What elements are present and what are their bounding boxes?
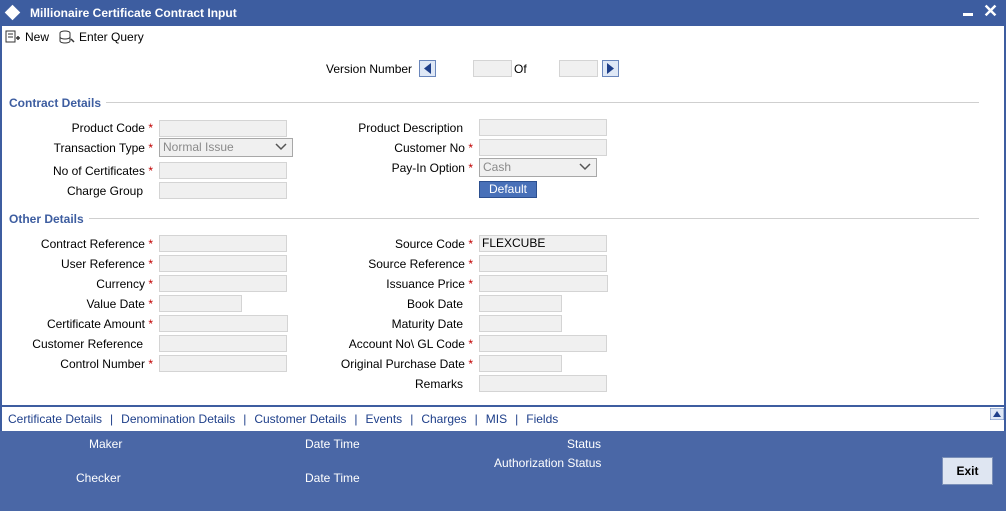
chevron-right-icon — [607, 63, 614, 74]
subsystem-tabs: Certificate Details | Denomination Details… — [8, 412, 558, 426]
chevron-down-icon — [579, 163, 591, 171]
customer-reference-input[interactable] — [159, 335, 287, 352]
tab-mis[interactable]: MIS — [486, 412, 507, 426]
transaction-type-select[interactable]: Normal Issue — [159, 138, 293, 157]
chevron-down-icon — [275, 143, 287, 151]
audit-footer: Maker Date Time Status Authorization Sta… — [0, 431, 1006, 511]
version-number-label: Version Number — [326, 62, 413, 76]
window-title: Millionaire Certificate Contract Input — [30, 6, 237, 20]
version-of-label: Of — [514, 62, 527, 76]
value-date-label: Value Date * — [86, 297, 154, 311]
currency-input[interactable] — [159, 275, 287, 292]
new-button[interactable]: New — [5, 28, 49, 46]
main-panel: New Enter Query Version Number Of Contra… — [0, 26, 1006, 405]
version-total-field — [559, 60, 598, 77]
window-title-bar: Millionaire Certificate Contract Input ✕ — [0, 0, 1006, 26]
tab-denomination-details[interactable]: Denomination Details — [121, 412, 235, 426]
tab-charges[interactable]: Charges — [421, 412, 466, 426]
checker-label: Checker — [76, 471, 121, 485]
previous-version-button[interactable] — [419, 60, 436, 77]
user-reference-label: User Reference * — [60, 257, 153, 271]
tab-certificate-details[interactable]: Certificate Details — [8, 412, 102, 426]
tab-separator: | — [515, 412, 519, 426]
issuance-price-label: Issuance Price * — [386, 277, 473, 291]
source-reference-input[interactable] — [479, 255, 607, 272]
certificate-amount-input[interactable] — [159, 315, 288, 332]
maturity-date-input — [479, 315, 562, 332]
account-gl-code-input[interactable] — [479, 335, 607, 352]
tab-separator: | — [354, 412, 358, 426]
issuance-price-input[interactable] — [479, 275, 608, 292]
tab-separator: | — [110, 412, 114, 426]
next-version-button[interactable] — [602, 60, 619, 77]
product-description-input — [479, 119, 607, 136]
tab-events[interactable]: Events — [366, 412, 403, 426]
customer-reference-label: Customer Reference — [32, 337, 143, 351]
maker-label: Maker — [89, 437, 123, 451]
status-label: Status — [567, 437, 602, 451]
other-details-divider — [89, 218, 979, 219]
contract-reference-input[interactable] — [159, 235, 287, 252]
contract-reference-label: Contract Reference * — [40, 237, 153, 251]
charge-group-input[interactable] — [159, 182, 287, 199]
control-number-label: Control Number * — [60, 357, 153, 371]
remarks-input[interactable] — [479, 375, 607, 392]
authorization-status-label: Authorization Status — [494, 456, 602, 470]
account-gl-code-label: Account No\ GL Code * — [348, 337, 473, 351]
charge-group-label: Charge Group — [66, 184, 143, 198]
original-purchase-date-label: Original Purchase Date * — [340, 357, 473, 371]
user-reference-input[interactable] — [159, 255, 287, 272]
minimize-icon[interactable] — [963, 13, 973, 16]
product-description-label: Product Description — [358, 121, 463, 135]
source-reference-label: Source Reference * — [368, 257, 473, 271]
currency-label: Currency * — [96, 277, 153, 291]
enter-query-button[interactable]: Enter Query — [59, 28, 144, 46]
maker-date-time-label: Date Time — [305, 437, 360, 451]
tab-fields[interactable]: Fields — [526, 412, 558, 426]
certificate-amount-label: Certificate Amount * — [46, 317, 153, 331]
pay-in-option-value: Cash — [483, 160, 512, 174]
tab-separator: | — [474, 412, 478, 426]
pay-in-option-select[interactable]: Cash — [479, 158, 597, 177]
other-details-heading: Other Details — [9, 212, 84, 226]
book-date-label: Book Date — [406, 297, 463, 311]
tab-customer-details[interactable]: Customer Details — [254, 412, 346, 426]
product-code-label: Product Code * — [71, 121, 153, 135]
triangle-up-icon[interactable] — [990, 408, 1004, 420]
pay-in-option-label: Pay-In Option * — [391, 161, 473, 175]
no-of-certificates-input[interactable] — [159, 162, 287, 179]
transaction-type-value: Normal Issue — [163, 140, 234, 154]
product-code-input[interactable] — [159, 120, 287, 137]
tab-separator: | — [410, 412, 414, 426]
control-number-input[interactable] — [159, 355, 287, 372]
contract-details-divider — [106, 102, 979, 103]
checker-date-time-label: Date Time — [305, 471, 360, 485]
book-date-input — [479, 295, 562, 312]
version-current-field — [473, 60, 512, 77]
maturity-date-label: Maturity Date — [391, 317, 463, 331]
source-code-input[interactable]: FLEXCUBE — [479, 235, 607, 252]
customer-no-input[interactable] — [479, 139, 607, 156]
diamond-icon — [4, 4, 21, 21]
default-button[interactable]: Default — [479, 181, 537, 198]
new-document-icon — [5, 30, 20, 43]
exit-button[interactable]: Exit — [942, 457, 993, 485]
chevron-left-icon — [424, 63, 431, 74]
no-of-certificates-label: No of Certificates * — [52, 164, 153, 178]
subsystem-tab-bar: Certificate Details | Denomination Details… — [0, 405, 1006, 431]
original-purchase-date-input[interactable] — [479, 355, 562, 372]
transaction-type-label: Transaction Type * — [53, 141, 153, 155]
enter-query-button-label: Enter Query — [79, 30, 144, 44]
source-code-label: Source Code * — [394, 237, 473, 251]
customer-no-label: Customer No * — [394, 141, 473, 155]
remarks-label: Remarks — [414, 377, 463, 391]
query-icon — [59, 30, 75, 44]
contract-details-heading: Contract Details — [9, 96, 102, 110]
tab-separator: | — [243, 412, 247, 426]
close-icon[interactable]: ✕ — [983, 1, 998, 22]
value-date-input[interactable] — [159, 295, 242, 312]
new-button-label: New — [25, 30, 50, 44]
